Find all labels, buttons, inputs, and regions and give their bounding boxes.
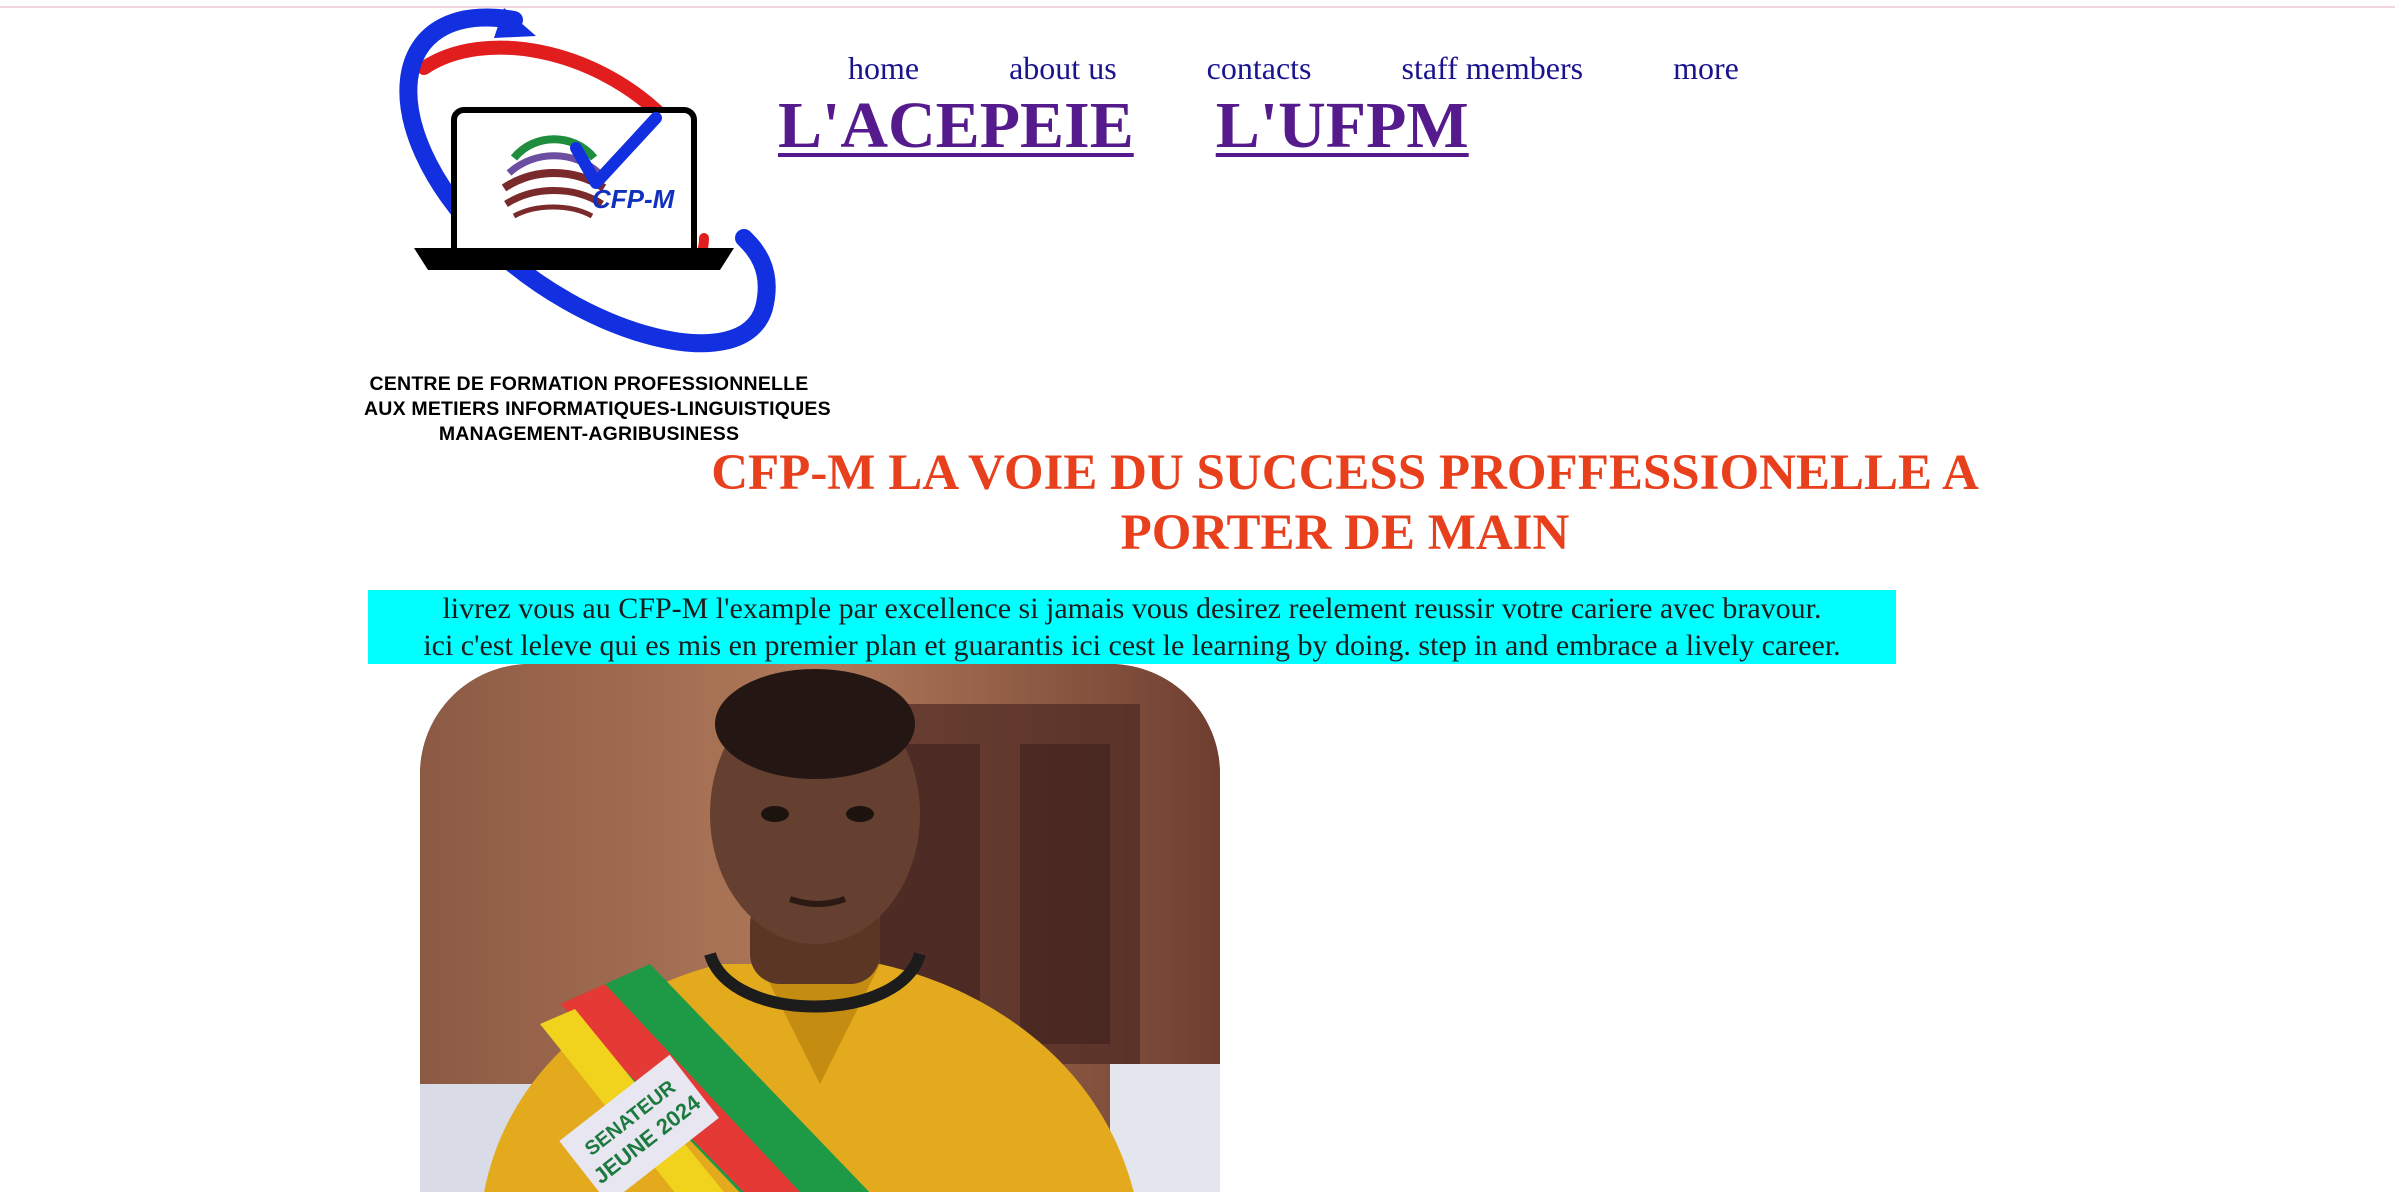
- acepeie-link[interactable]: L'ACEPEIE: [778, 88, 1134, 164]
- portrait-illustration-icon: SENATEUR JEUNE 2024: [420, 664, 1220, 1192]
- intro-banner: livrez vous au CFP-M l'example par excel…: [368, 590, 1896, 664]
- logo-caption-line-2: AUX METIERS INFORMATIQUES-LINGUISTIQUES: [364, 398, 831, 420]
- ufpm-link[interactable]: L'UFPM: [1216, 88, 1469, 164]
- nav-home-link[interactable]: home: [848, 50, 919, 90]
- logo-badge-text: CFP-M: [592, 184, 675, 214]
- intro-line-2: ici c'est leleve qui es mis en premier p…: [423, 629, 1841, 662]
- intro-line-1: livrez vous au CFP-M l'example par excel…: [442, 592, 1822, 625]
- nav-about-us-link[interactable]: about us: [1009, 50, 1117, 90]
- cfpm-logo[interactable]: CFP-M CENTRE DE FORMATION PROFESSIONNELL…: [364, 8, 831, 448]
- logo-caption-line-1: CENTRE DE FORMATION PROFESSIONNELLE: [369, 373, 809, 395]
- top-divider: [0, 6, 2395, 8]
- logo-graphic-icon: [399, 8, 776, 353]
- page-headline: CFP-M LA VOIE DU SUCCESS PROFFESSIONELLE…: [711, 445, 1979, 561]
- organization-links: L'ACEPEIE L'UFPM: [778, 88, 1469, 164]
- nav-staff-members-link[interactable]: staff members: [1401, 50, 1583, 90]
- nav-contacts-link[interactable]: contacts: [1207, 50, 1312, 90]
- page: CFP-M CENTRE DE FORMATION PROFESSIONNELL…: [0, 0, 2395, 1192]
- main-nav: home about us contacts staff members mor…: [848, 50, 1739, 90]
- director-photo: SENATEUR JEUNE 2024: [420, 664, 1220, 1192]
- logo-caption: CENTRE DE FORMATION PROFESSIONNELLE AUX …: [364, 372, 831, 447]
- nav-more-link[interactable]: more: [1673, 50, 1739, 90]
